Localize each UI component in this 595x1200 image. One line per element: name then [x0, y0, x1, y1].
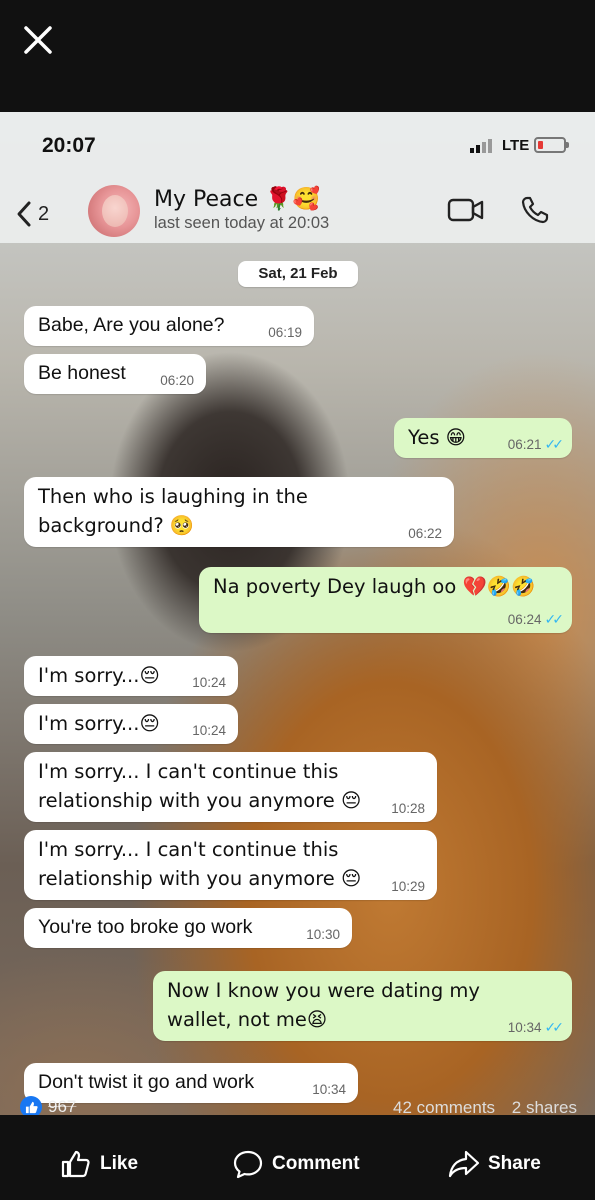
message-bubble[interactable]: You're too broke go work 10:30	[24, 908, 352, 948]
viewer-top-bar	[0, 0, 595, 112]
reaction-summary[interactable]: 967	[20, 1096, 77, 1118]
status-bar: 20:07 LTE	[0, 112, 595, 177]
post-action-bar: Like Comment Share	[0, 1115, 595, 1200]
message-text: I'm sorry... I can't continue this relat…	[38, 838, 362, 890]
chat-header: 2 My Peace 🌹🥰 last seen today at 20:03	[0, 177, 595, 243]
message-text: Then who is laughing in the background? …	[38, 485, 308, 537]
message-bubble[interactable]: Yes 😁 06:21 ✓✓	[394, 418, 572, 458]
like-label: Like	[100, 1153, 139, 1174]
video-call-icon[interactable]	[447, 197, 485, 223]
share-button[interactable]: Share	[448, 1149, 541, 1179]
battery-icon	[534, 137, 569, 153]
message-text: Don't twist it go and work	[38, 1071, 255, 1093]
message-time: 06:20	[160, 373, 194, 388]
unread-count: 2	[38, 202, 50, 225]
message-time: 06:24	[507, 612, 542, 627]
message-text: You're too broke go work	[38, 916, 253, 938]
message-text: Na poverty Dey laugh oo 💔🤣🤣	[213, 575, 536, 598]
network-label: LTE	[502, 137, 530, 154]
last-seen-status: last seen today at 20:03	[154, 214, 330, 232]
like-button[interactable]: Like	[60, 1149, 138, 1179]
reaction-count: 967	[48, 1097, 77, 1116]
message-time: 10:34	[507, 1020, 542, 1035]
message-bubble[interactable]: Then who is laughing in the background? …	[24, 477, 454, 547]
share-label: Share	[488, 1153, 541, 1174]
message-bubble[interactable]: Na poverty Dey laugh oo 💔🤣🤣 06:24 ✓✓	[199, 567, 572, 633]
message-time: 10:30	[306, 927, 340, 942]
signal-icon	[470, 139, 492, 153]
comment-button[interactable]: Comment	[232, 1149, 360, 1179]
message-time: 10:28	[391, 801, 425, 816]
read-receipt-icon: ✓✓	[544, 611, 565, 627]
comment-label: Comment	[272, 1153, 360, 1174]
read-receipt-icon: ✓✓	[544, 1019, 565, 1035]
message-bubble[interactable]: Be honest 06:20	[24, 354, 206, 394]
message-bubble[interactable]: I'm sorry... I can't continue this relat…	[24, 830, 437, 900]
message-text: Babe, Are you alone?	[38, 314, 225, 336]
comment-icon	[233, 1150, 263, 1179]
message-bubble[interactable]: I'm sorry...😔 10:24	[24, 656, 238, 696]
contact-name[interactable]: My Peace 🌹🥰	[154, 187, 320, 212]
message-time: 10:24	[192, 723, 226, 738]
message-time: 06:21	[507, 437, 542, 452]
message-text: Now I know you were dating my wallet, no…	[167, 979, 480, 1031]
message-bubble[interactable]: Now I know you were dating my wallet, no…	[153, 971, 572, 1041]
message-bubble[interactable]: Babe, Are you alone? 06:19	[24, 306, 314, 346]
close-button[interactable]	[20, 22, 56, 58]
message-bubble[interactable]: I'm sorry... I can't continue this relat…	[24, 752, 437, 822]
message-bubble[interactable]: I'm sorry...😔 10:24	[24, 704, 238, 744]
message-time: 10:29	[391, 879, 425, 894]
message-time: 06:22	[408, 526, 442, 541]
status-time: 20:07	[42, 134, 96, 157]
read-receipt-icon: ✓✓	[544, 436, 565, 452]
message-time: 06:19	[268, 325, 302, 340]
thumbs-up-icon	[61, 1150, 90, 1178]
avatar[interactable]	[88, 185, 140, 237]
date-separator: Sat, 21 Feb	[238, 261, 358, 287]
close-icon	[24, 26, 52, 54]
chevron-left-icon	[17, 201, 31, 227]
message-text: I'm sorry... I can't continue this relat…	[38, 760, 362, 812]
share-icon	[448, 1150, 480, 1178]
message-time: 10:34	[312, 1082, 346, 1097]
back-button[interactable]: 2	[16, 199, 66, 229]
message-time: 10:24	[192, 675, 226, 690]
phone-icon[interactable]	[520, 195, 550, 225]
chat-screenshot: 20:07 LTE 2 My Peace 🌹🥰 last seen today …	[0, 112, 595, 1115]
